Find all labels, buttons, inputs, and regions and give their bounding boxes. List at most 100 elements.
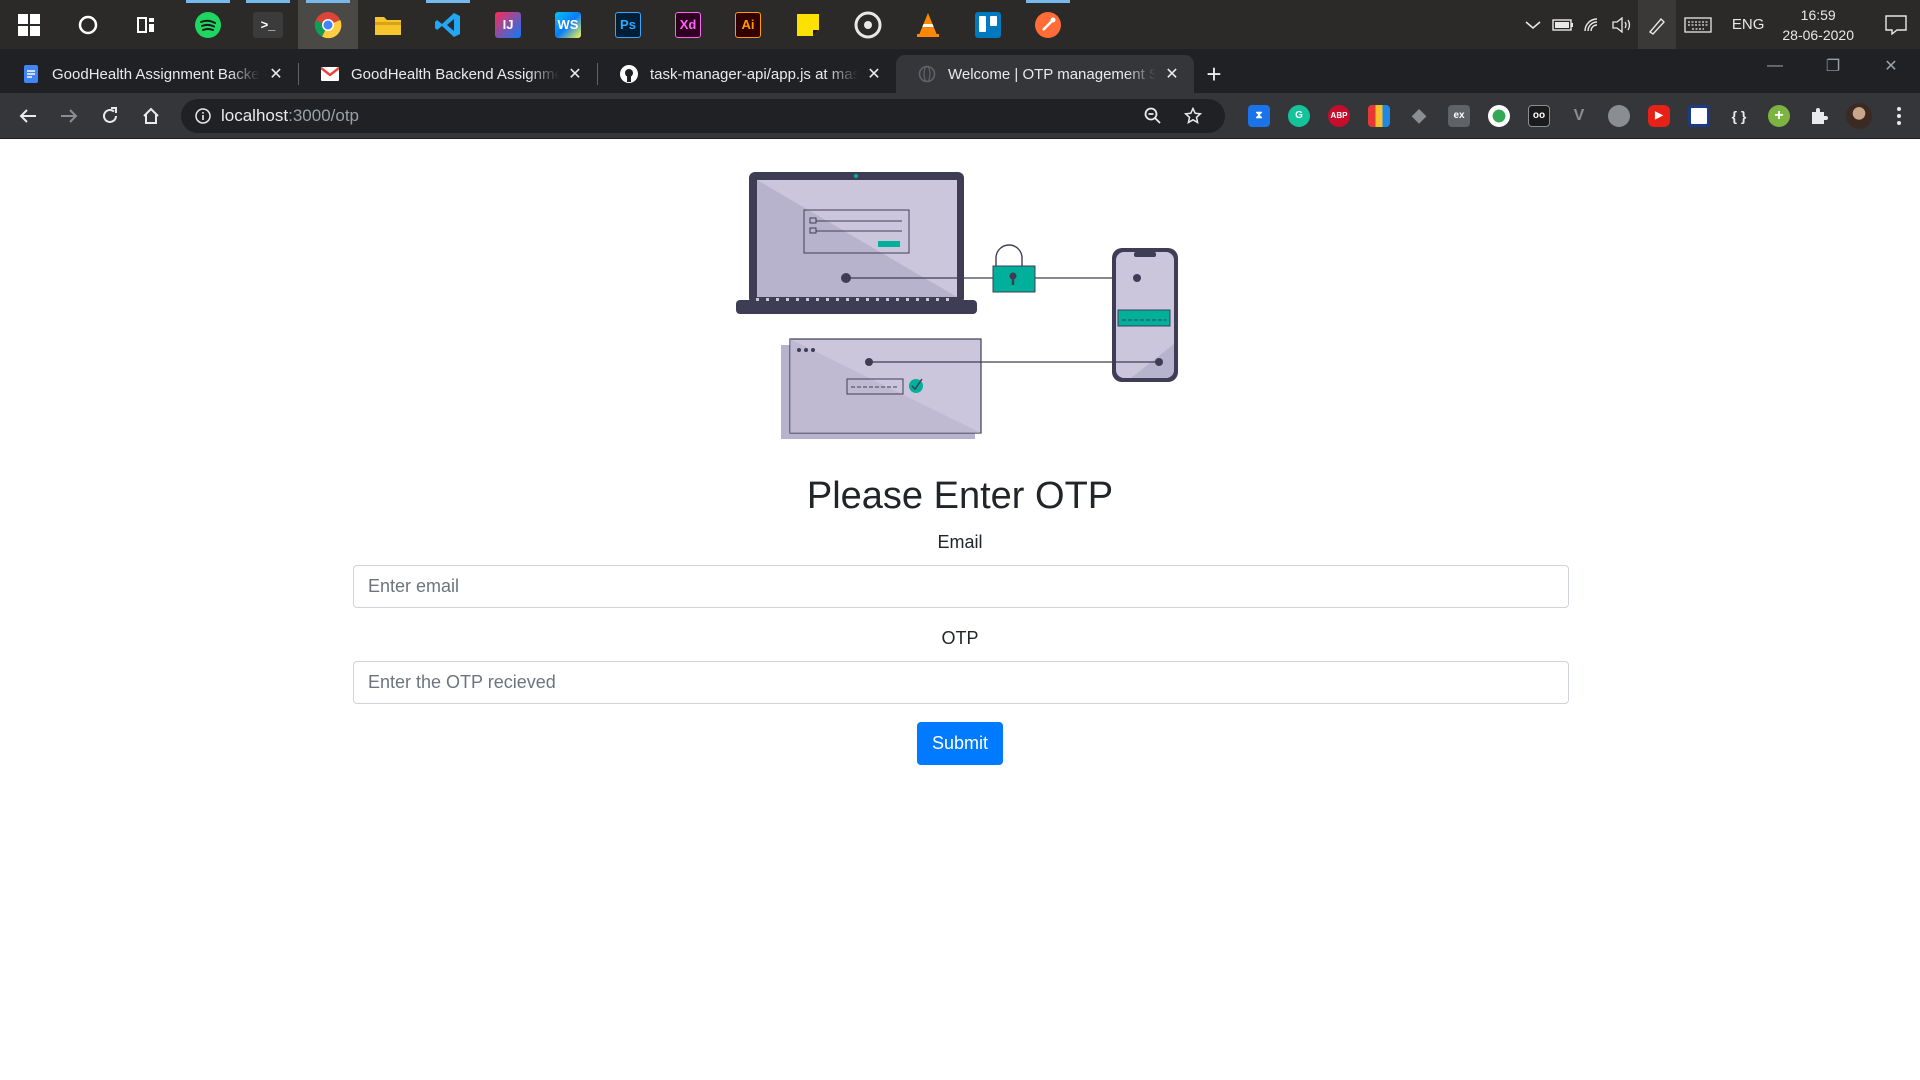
close-window-button[interactable]: ✕	[1862, 49, 1920, 83]
vue-icon: V	[1573, 106, 1585, 124]
extension-dark-reader[interactable]	[1599, 99, 1639, 133]
email-label: Email	[937, 532, 983, 552]
taskbar-photoshop[interactable]: Ps	[598, 0, 658, 49]
extension-grammarly[interactable]: G	[1279, 99, 1319, 133]
taskbar-postman[interactable]	[1018, 0, 1078, 49]
taskbar-illustrator[interactable]: Ai	[718, 0, 778, 49]
taskbar-webstorm[interactable]: WS	[538, 0, 598, 49]
email-field[interactable]	[353, 565, 1569, 608]
laptop-graphic	[736, 172, 1118, 314]
color-blocks-icon	[1368, 104, 1390, 127]
taskbar-terminal[interactable]: >_	[238, 0, 298, 49]
postman-icon	[1035, 11, 1061, 38]
vlc-cone-icon	[917, 12, 939, 37]
page-title: Please Enter OTP	[806, 475, 1114, 517]
touch-keyboard-button[interactable]	[1676, 0, 1720, 49]
otp-label: OTP	[941, 628, 979, 648]
github-icon	[620, 65, 638, 83]
extension-colorzilla[interactable]	[1359, 99, 1399, 133]
extension-window-resizer[interactable]	[1679, 99, 1719, 133]
extension-wappalyzer[interactable]: ◆	[1399, 99, 1439, 133]
tab-goodhealth-doc[interactable]: GoodHealth Assignment Backend ✕	[0, 55, 298, 93]
clock[interactable]: 16:59 28-06-2020	[1776, 5, 1872, 45]
taskbar-file-explorer[interactable]	[358, 0, 418, 49]
close-tab-icon[interactable]: ✕	[266, 64, 286, 84]
bookmark-button[interactable]	[1173, 101, 1213, 131]
otp-field[interactable]	[353, 661, 1569, 704]
taskbar-chrome[interactable]	[298, 0, 358, 49]
home-button[interactable]	[131, 98, 171, 134]
arrow-left-icon	[19, 108, 36, 123]
gmail-icon	[321, 65, 339, 83]
forward-button[interactable]	[49, 98, 89, 134]
task-view-icon	[137, 16, 154, 33]
browser-card-graphic	[781, 338, 1159, 439]
reload-icon	[103, 106, 117, 123]
folder-icon	[375, 16, 401, 35]
tab-goodhealth-gmail[interactable]: GoodHealth Backend Assignment ✕	[299, 55, 597, 93]
start-button[interactable]	[0, 0, 58, 49]
url-text[interactable]: localhost:3000/otp	[221, 106, 1133, 126]
intellij-icon: IJ	[495, 11, 521, 38]
reload-button[interactable]	[90, 98, 130, 134]
tab-title: Welcome | OTP management System	[948, 65, 1156, 83]
taskbar-trello[interactable]	[958, 0, 1018, 49]
battery-button[interactable]	[1548, 0, 1578, 49]
extension-adblock-plus[interactable]: ABP	[1319, 99, 1359, 133]
system-tray: ENG 16:59 28-06-2020	[1518, 0, 1920, 49]
extension-add[interactable]: +	[1759, 99, 1799, 133]
profile-button[interactable]	[1839, 99, 1879, 133]
hourglass-icon: ⧗	[1248, 104, 1270, 127]
restore-button[interactable]: ❐	[1804, 49, 1862, 83]
close-tab-icon[interactable]: ✕	[864, 64, 884, 84]
diamond-icon: ◆	[1412, 105, 1426, 125]
extension-json-viewer[interactable]: { }	[1719, 99, 1759, 133]
new-tab-button[interactable]: +	[1194, 55, 1234, 93]
music-disc-icon	[854, 11, 882, 38]
taskbar-spotify[interactable]	[178, 0, 238, 49]
task-view-button[interactable]	[118, 0, 178, 49]
minimize-button[interactable]: —	[1746, 49, 1804, 83]
taskbar-adobe-xd[interactable]: Xd	[658, 0, 718, 49]
taskbar-sticky-notes[interactable]	[778, 0, 838, 49]
tab-title: task-manager-api/app.js at master	[650, 65, 858, 83]
tab-otp-management[interactable]: Welcome | OTP management System ✕	[896, 55, 1194, 93]
cortana-button[interactable]	[58, 0, 118, 49]
taskbar-vscode[interactable]	[418, 0, 478, 49]
extension-youtube[interactable]: ▶	[1639, 99, 1679, 133]
taskbar-groove-music[interactable]	[838, 0, 898, 49]
tab-github[interactable]: task-manager-api/app.js at master ✕	[598, 55, 896, 93]
network-button[interactable]	[1578, 0, 1608, 49]
pen-workspace-button[interactable]	[1637, 0, 1676, 49]
taskbar-vlc[interactable]	[898, 0, 958, 49]
extension-ex[interactable]: ex	[1439, 99, 1479, 133]
pen-icon	[1648, 17, 1665, 35]
close-tab-icon[interactable]: ✕	[1162, 64, 1182, 84]
submit-button[interactable]: Submit	[917, 722, 1003, 765]
chrome-menu-button[interactable]	[1879, 99, 1919, 133]
home-icon	[143, 107, 159, 124]
extension-vue-devtools[interactable]: V	[1559, 99, 1599, 133]
kebab-menu-icon	[1897, 106, 1901, 125]
windows-taskbar: >_ IJ WS Ps Xd Ai ENG 16:59 28-06-2020	[0, 0, 1920, 49]
info-icon	[195, 107, 211, 124]
extension-timer[interactable]: ⧗	[1239, 99, 1279, 133]
zoom-button[interactable]	[1133, 101, 1173, 131]
extension-google-earth[interactable]	[1479, 99, 1519, 133]
show-hidden-icons-button[interactable]	[1518, 0, 1548, 49]
action-center-button[interactable]	[1872, 0, 1920, 49]
close-tab-icon[interactable]: ✕	[565, 64, 585, 84]
globe-icon	[918, 65, 936, 83]
braces-icon: { }	[1731, 107, 1747, 124]
address-bar[interactable]: localhost:3000/otp	[181, 98, 1225, 133]
language-indicator[interactable]: ENG	[1720, 16, 1777, 33]
back-button[interactable]	[8, 98, 48, 134]
taskbar-intellij[interactable]: IJ	[478, 0, 538, 49]
chevron-up-icon	[1525, 20, 1541, 29]
volume-button[interactable]	[1608, 0, 1638, 49]
extensions-bar: ⧗ G ABP ◆ ex oo V ▶ { } +	[1239, 99, 1919, 133]
extensions-menu-button[interactable]	[1799, 99, 1839, 133]
browser-tab-strip: GoodHealth Assignment Backend ✕ GoodHeal…	[0, 49, 1920, 93]
adobe-xd-icon: Xd	[675, 11, 701, 38]
extension-tab-manager[interactable]: oo	[1519, 99, 1559, 133]
